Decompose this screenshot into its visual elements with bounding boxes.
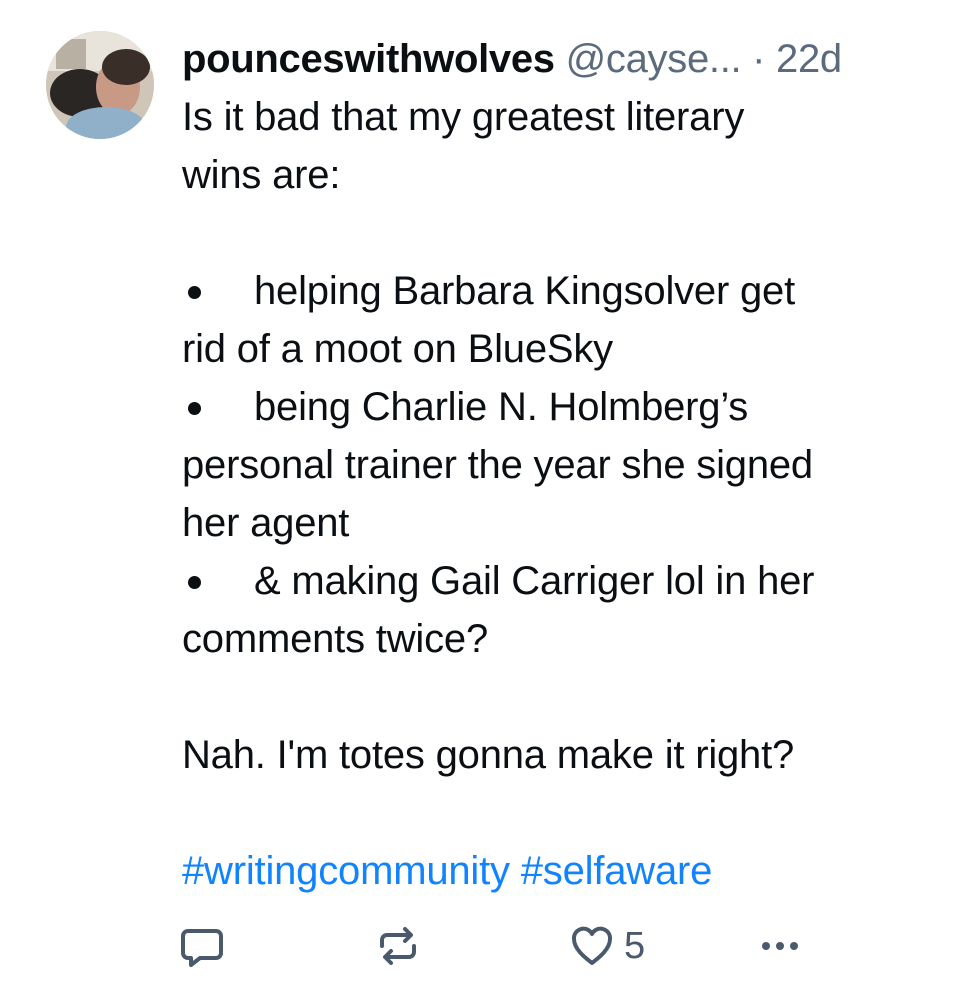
- post-timestamp[interactable]: 22d: [776, 37, 842, 81]
- bullet-icon: [188, 576, 201, 589]
- like-count: 5: [624, 924, 646, 967]
- more-icon: [762, 942, 798, 950]
- post-content: pounceswithwolves @cayse... · 22d Is it …: [182, 30, 942, 900]
- header-separator: ·: [752, 37, 766, 81]
- post-text-line: Is it bad that my greatest literary: [182, 95, 745, 139]
- post-text-line: personal trainer the year she signed: [182, 443, 813, 487]
- repost-button[interactable]: [372, 918, 424, 974]
- post[interactable]: pounceswithwolves @cayse... · 22d Is it …: [0, 0, 969, 1000]
- avatar-image: [46, 31, 154, 139]
- author-handle[interactable]: @cayse...: [566, 37, 742, 81]
- like-button[interactable]: 5: [566, 918, 645, 974]
- avatar[interactable]: [46, 31, 154, 139]
- bullet-text: helping Barbara Kingsolver get: [254, 269, 796, 313]
- reply-button[interactable]: [176, 918, 228, 974]
- post-actions: 5: [176, 918, 816, 974]
- bullet-icon: [188, 402, 201, 415]
- bullet-item: & making Gail Carriger lol in her: [182, 552, 942, 610]
- post-text-line: Nah. I'm totes gonna make it right?: [182, 733, 795, 777]
- reply-icon: [181, 929, 223, 967]
- author-display-name[interactable]: pounceswithwolves: [182, 37, 555, 81]
- hashtag-link[interactable]: #writingcommunity: [182, 849, 510, 893]
- post-text-line: rid of a moot on BlueSky: [182, 327, 613, 371]
- bullet-item: helping Barbara Kingsolver get: [182, 262, 942, 320]
- hashtag-link[interactable]: #selfaware: [521, 849, 713, 893]
- bullet-text: & making Gail Carriger lol in her: [254, 559, 815, 603]
- repost-icon: [380, 927, 416, 965]
- post-text-line: her agent: [182, 501, 350, 545]
- bullet-item: being Charlie N. Holmberg’s: [182, 378, 942, 436]
- heart-icon: [571, 926, 613, 965]
- bullet-text: being Charlie N. Holmberg’s: [254, 385, 749, 429]
- bullet-icon: [188, 286, 201, 299]
- post-text-line: comments twice?: [182, 617, 488, 661]
- post-header: pounceswithwolves @cayse... · 22d: [182, 30, 942, 88]
- hashtags: #writingcommunity #selfaware: [182, 842, 942, 900]
- post-text-line: wins are:: [182, 153, 341, 197]
- more-options-button[interactable]: [754, 918, 806, 974]
